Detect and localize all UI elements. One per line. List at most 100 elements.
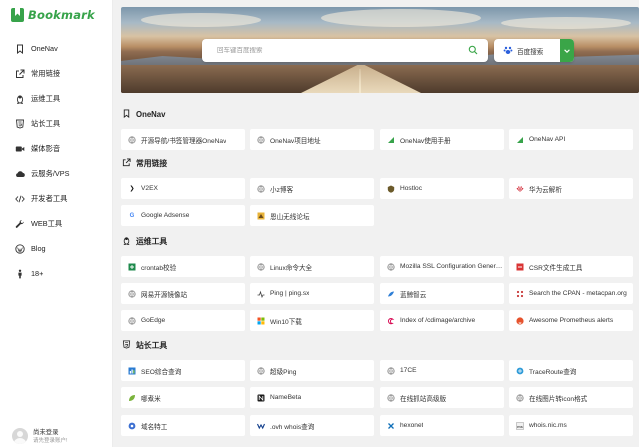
link-label: Awesome Prometheus alerts: [529, 317, 614, 324]
link-label: hexonet: [400, 422, 424, 429]
wrench-icon: [15, 219, 25, 229]
link-card[interactable]: Ping | ping.sx: [250, 283, 374, 304]
user-panel[interactable]: 尚未登录 请先登录账户!: [12, 428, 68, 445]
link-card[interactable]: G Google Adsense: [121, 205, 245, 226]
ping-icon: [257, 290, 265, 298]
search-icon[interactable]: [468, 45, 478, 55]
link-card[interactable]: OneNav使用手册: [380, 129, 504, 150]
link-card[interactable]: Win10下载: [250, 310, 374, 331]
link-label: crontab校验: [141, 264, 177, 272]
link-card[interactable]: OneNav项目地址: [250, 129, 374, 150]
cloud-icon: [15, 169, 25, 179]
sidebar-item-ops-tools[interactable]: 运维工具: [0, 86, 112, 111]
sidebar-item-media[interactable]: 媒体影音: [0, 136, 112, 161]
link-label: Ping | ping.sx: [270, 290, 310, 297]
sidebar-item-adult[interactable]: 18+: [0, 261, 112, 286]
cloud-decoration: [141, 13, 261, 27]
crontab-icon: [128, 263, 136, 271]
link-card[interactable]: .ovh whois查询: [250, 415, 374, 436]
section-title-text: 常用链接: [136, 159, 168, 168]
link-card[interactable]: 域名特工: [121, 415, 245, 436]
chevron-down-icon[interactable]: [560, 39, 574, 62]
debian-icon: [387, 317, 395, 325]
link-label: 超级Ping: [270, 368, 297, 376]
external-link-icon: [122, 158, 131, 169]
baidu-paw-icon: [503, 45, 513, 57]
link-label: Search the CPAN - metacpan.org: [529, 290, 627, 297]
link-card[interactable]: GoEdge: [121, 310, 245, 331]
link-label: .ovh whois查询: [270, 423, 315, 431]
sidebar: Bookmark OneNav 常用链接 运维工具 站长工具 媒体影音 云服务/…: [0, 0, 113, 447]
traceroute-icon: [516, 367, 524, 375]
link-card[interactable]: Hostloc: [380, 178, 504, 199]
link-card[interactable]: Awesome Prometheus alerts: [509, 310, 633, 331]
link-label: Win10下载: [270, 318, 302, 326]
link-card[interactable]: Search the CPAN - metacpan.org: [509, 283, 633, 304]
sidebar-item-label: 站长工具: [31, 118, 61, 128]
link-card[interactable]: Linux命令大全: [250, 256, 374, 277]
link-card[interactable]: 超级Ping: [250, 360, 374, 381]
link-card[interactable]: 开源导航/书签管理器OneNav: [121, 129, 245, 150]
google-icon: G: [129, 212, 135, 219]
sidebar-nav: OneNav 常用链接 运维工具 站长工具 媒体影音 云服务/VPS 开发者工具: [0, 36, 112, 286]
code-icon: [15, 194, 25, 204]
link-card[interactable]: ❯ V2EX: [121, 178, 245, 199]
whois-icon: ms: [516, 421, 524, 430]
link-card[interactable]: crontab校验: [121, 256, 245, 277]
link-card[interactable]: OneNav API: [509, 129, 633, 150]
logo[interactable]: Bookmark: [11, 7, 95, 23]
prometheus-icon: [516, 316, 524, 325]
link-card[interactable]: hexonet: [380, 415, 504, 436]
sidebar-item-label: 18+: [31, 269, 44, 278]
link-card[interactable]: 华为云解析: [509, 178, 633, 199]
logo-text: Bookmark: [28, 8, 95, 22]
link-card[interactable]: 网易开源镜像站: [121, 283, 245, 304]
link-label: Hostloc: [400, 185, 422, 192]
external-link-icon: [15, 69, 25, 79]
sidebar-item-blog[interactable]: Blog: [0, 236, 112, 261]
v2ex-icon: ❯: [129, 185, 135, 192]
link-card[interactable]: 恩山无线论坛: [250, 205, 374, 226]
hostloc-icon: [387, 185, 395, 193]
ovh-icon: [257, 422, 265, 430]
search-engine-select[interactable]: 百度搜索: [494, 39, 574, 62]
sidebar-item-web-tools[interactable]: WEB工具: [0, 211, 112, 236]
section-title-text: OneNav: [136, 110, 166, 119]
wordpress-icon: [15, 243, 25, 254]
search-input[interactable]: [217, 47, 457, 54]
globe-icon: [387, 262, 395, 271]
link-card[interactable]: 哪煮米: [121, 387, 245, 408]
bookmark-logo-icon: [11, 8, 24, 22]
namebeta-icon: [257, 394, 265, 402]
link-card[interactable]: SEO综合查询: [121, 360, 245, 381]
link-card[interactable]: Mozilla SSL Configuration Generator: [380, 256, 504, 277]
sidebar-item-dev-tools[interactable]: 开发者工具: [0, 186, 112, 211]
link-label: 开源导航/书签管理器OneNav: [141, 137, 227, 145]
sidebar-item-common-links[interactable]: 常用链接: [0, 61, 112, 86]
link-card[interactable]: 蓝鲸智云: [380, 283, 504, 304]
user-subtitle: 请先登录账户!: [33, 438, 68, 444]
link-label: 17CE: [400, 367, 417, 374]
link-card[interactable]: 17CE: [380, 360, 504, 381]
link-card[interactable]: 在线图片转icon格式: [509, 387, 633, 408]
link-label: 在线抓站高级版: [400, 395, 447, 403]
bookmark-icon: [122, 109, 131, 120]
link-card[interactable]: 小z博客: [250, 178, 374, 199]
link-label: OneNav使用手册: [400, 137, 451, 145]
link-label: 网易开源镜像站: [141, 291, 188, 299]
video-camera-icon: [15, 144, 25, 154]
sidebar-item-onenav[interactable]: OneNav: [0, 36, 112, 61]
link-label: 小z博客: [270, 186, 294, 194]
sidebar-item-webmaster-tools[interactable]: 站长工具: [0, 111, 112, 136]
link-label: Index of /cdimage/archive: [400, 317, 476, 324]
link-card[interactable]: Index of /cdimage/archive: [380, 310, 504, 331]
link-card[interactable]: CSR文件生成工具: [509, 256, 633, 277]
link-card[interactable]: NameBeta: [250, 387, 374, 408]
link-card[interactable]: TraceRoute查询: [509, 360, 633, 381]
avatar[interactable]: [12, 428, 28, 444]
sidebar-item-cloud-vps[interactable]: 云服务/VPS: [0, 161, 112, 186]
link-card[interactable]: 在线抓站高级版: [380, 387, 504, 408]
link-label: TraceRoute查询: [529, 368, 577, 376]
link-label: 蓝鲸智云: [400, 291, 427, 299]
link-card[interactable]: ms whois.nic.ms: [509, 415, 633, 436]
